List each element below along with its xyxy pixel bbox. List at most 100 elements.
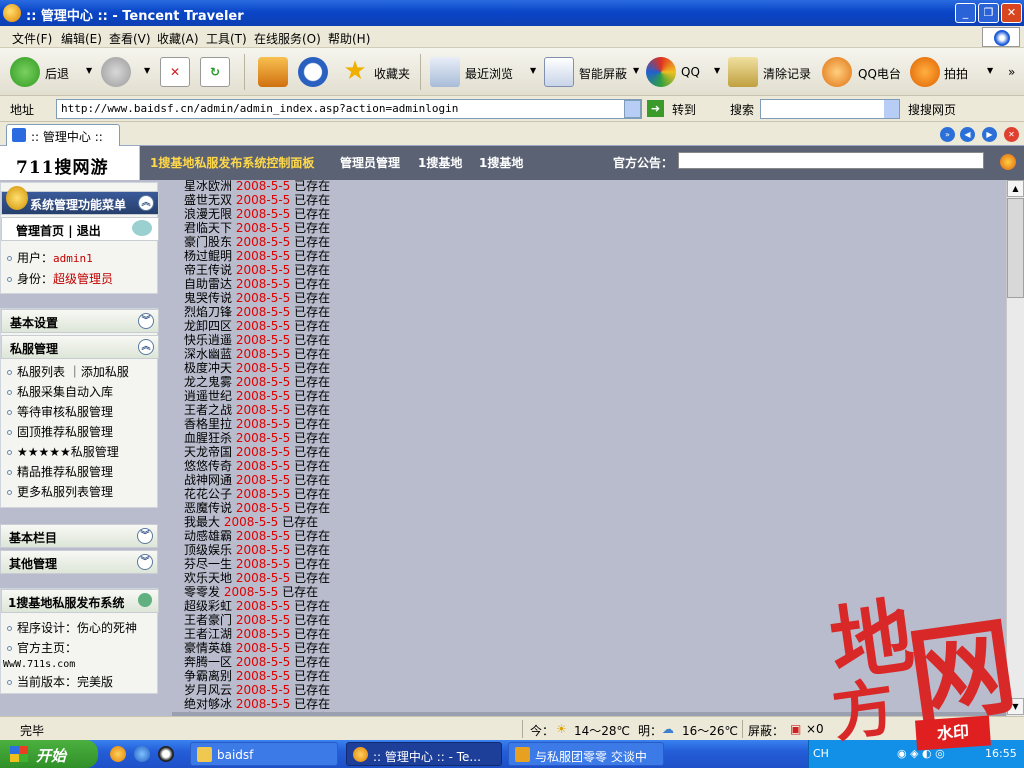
go-button[interactable]: 转到 — [672, 101, 696, 118]
search-engine-button[interactable]: 搜搜网页 — [908, 101, 956, 118]
tab-list-icon[interactable]: » — [940, 127, 955, 142]
nav-control-panel[interactable]: 1搜基地私服发布系统控制面板 — [150, 154, 314, 171]
language-indicator[interactable]: CH — [813, 747, 829, 760]
tab-next-icon[interactable]: ▶ — [982, 127, 997, 142]
clear-record-button[interactable]: 清除记录 — [763, 65, 811, 82]
server-status: 已存在 — [294, 291, 331, 305]
qq-icon[interactable] — [646, 57, 676, 87]
smart-block-dropdown-icon[interactable]: ▼ — [633, 66, 639, 75]
tab-admin-center[interactable]: :: 管理中心 :: — [6, 124, 120, 146]
history-clock-icon[interactable] — [298, 57, 328, 87]
menu-favorites[interactable]: 收藏(A) — [157, 30, 199, 47]
server-pinned-link[interactable]: 固顶推荐私服管理 — [7, 423, 113, 440]
toolbar-overflow-button[interactable]: » — [1008, 65, 1015, 79]
nav-admin-management[interactable]: 管理员管理 — [340, 154, 400, 171]
weather-tomorrow-temp[interactable]: 16～26℃ — [682, 722, 738, 739]
logout-link[interactable]: 退出 — [77, 224, 101, 238]
favorites-button[interactable]: 收藏夹 — [374, 65, 410, 82]
page-icon — [12, 128, 26, 142]
smart-block-icon[interactable] — [544, 57, 574, 87]
server-mgmt-header[interactable]: 私服管理 ︽ — [1, 335, 159, 359]
search-input[interactable] — [760, 99, 900, 119]
quicklaunch-qq-icon[interactable] — [158, 746, 174, 762]
maximize-button[interactable]: ❐ — [978, 3, 999, 23]
collapse-chevron-icon[interactable]: ︽ — [138, 195, 154, 211]
basic-columns-header[interactable]: 基本栏目 ︾ — [0, 524, 158, 548]
close-button[interactable]: ✕ — [1001, 3, 1022, 23]
clock[interactable]: 16:55 — [985, 747, 1017, 760]
task-browser[interactable]: :: 管理中心 :: - Te... — [346, 742, 502, 766]
server-collect-link[interactable]: 私服采集自动入库 — [7, 383, 113, 400]
address-dropdown-icon[interactable] — [624, 100, 641, 118]
start-button[interactable]: 开始 — [0, 740, 98, 768]
minimize-button[interactable]: _ — [955, 3, 976, 23]
home-icon[interactable] — [258, 57, 288, 87]
task-folder[interactable]: baidsf — [190, 742, 338, 766]
menu-view[interactable]: 查看(V) — [109, 30, 151, 47]
block-icon[interactable]: ▣ — [790, 722, 801, 736]
server-more-link[interactable]: 更多私服列表管理 — [7, 483, 113, 500]
menu-tools[interactable]: 工具(T) — [206, 30, 247, 47]
bullet-icon — [7, 626, 12, 631]
expand-chevron-icon[interactable]: ︾ — [138, 313, 154, 329]
server-collect-label: 私服采集自动入库 — [17, 385, 114, 399]
tab-prev-icon[interactable]: ◀ — [960, 127, 975, 142]
recent-dropdown-icon[interactable]: ▼ — [530, 66, 536, 75]
address-input[interactable]: http://www.baidsf.cn/admin/admin_index.a… — [56, 99, 642, 119]
expand-chevron-icon[interactable]: ︾ — [137, 528, 153, 544]
server-featured-link[interactable]: 精品推荐私服管理 — [7, 463, 113, 480]
clear-record-icon[interactable] — [728, 57, 758, 87]
search-dropdown-icon[interactable] — [884, 100, 899, 118]
forward-dropdown-icon[interactable]: ▼ — [144, 66, 150, 75]
task-chat[interactable]: 与私服团零零 交谈中 — [508, 742, 664, 766]
paipai-button[interactable]: 拍拍 — [944, 65, 968, 82]
server-status: 已存在 — [294, 529, 331, 543]
qq-button[interactable]: QQ — [681, 65, 700, 79]
recent-button[interactable]: 最近浏览 — [465, 65, 513, 82]
collapse-chevron-icon[interactable]: ︽ — [138, 339, 154, 355]
menu-online-service[interactable]: 在线服务(O) — [254, 30, 321, 47]
paipai-dropdown-icon[interactable]: ▼ — [987, 66, 993, 75]
refresh-icon[interactable]: ↻ — [200, 57, 230, 87]
server-status: 已存在 — [294, 221, 331, 235]
menu-file[interactable]: 文件(F) — [12, 30, 52, 47]
back-button[interactable]: 后退 — [45, 65, 69, 82]
quicklaunch-ie-icon[interactable] — [134, 746, 150, 762]
back-dropdown-icon[interactable]: ▼ — [86, 66, 92, 75]
homepage-url[interactable]: WwW.711s.com — [3, 659, 75, 670]
quicklaunch-browser-icon[interactable] — [110, 746, 126, 762]
paipai-icon[interactable] — [910, 57, 940, 87]
scroll-up-icon[interactable]: ▲ — [1007, 180, 1024, 197]
list-item: 杨过鲲明 2008-5-5 已存在 — [184, 249, 330, 263]
nav-base-1[interactable]: 1搜基地 — [418, 154, 462, 171]
qq-radio-button[interactable]: QQ电台 — [858, 65, 901, 82]
weather-today-temp[interactable]: 14～28℃ — [574, 722, 630, 739]
server-name: 悠悠传奇 — [184, 459, 233, 473]
admin-home-link[interactable]: 管理首页 — [16, 224, 64, 238]
favorites-star-icon[interactable]: ★ — [340, 57, 370, 87]
server-list-link[interactable]: 私服列表 ｜添加私服 — [7, 363, 129, 380]
list-item: 快乐逍遥 2008-5-5 已存在 — [184, 333, 330, 347]
nav-base-2[interactable]: 1搜基地 — [479, 154, 523, 171]
recent-icon[interactable] — [430, 57, 460, 87]
server-status: 已存在 — [294, 571, 331, 585]
task-chat-label: 与私服团零零 交谈中 — [535, 750, 647, 764]
back-icon[interactable] — [10, 57, 40, 87]
role-label: 身份： — [17, 272, 54, 286]
qq-dropdown-icon[interactable]: ▼ — [714, 66, 720, 75]
go-arrow-icon[interactable]: ➜ — [647, 100, 664, 117]
expand-chevron-icon[interactable]: ︾ — [137, 554, 153, 570]
menu-help[interactable]: 帮助(H) — [328, 30, 370, 47]
server-five-star-link[interactable]: ★★★★★私服管理 — [7, 443, 119, 460]
browser-logo — [982, 27, 1020, 47]
smart-block-button[interactable]: 智能屏蔽 — [579, 65, 627, 82]
other-mgmt-header[interactable]: 其他管理 ︾ — [0, 550, 158, 574]
tab-close-icon[interactable]: ✕ — [1004, 127, 1019, 142]
forward-icon[interactable] — [101, 57, 131, 87]
menu-edit[interactable]: 编辑(E) — [61, 30, 102, 47]
server-pending-link[interactable]: 等待审核私服管理 — [7, 403, 113, 420]
stop-icon[interactable]: ✕ — [160, 57, 190, 87]
scroll-thumb[interactable] — [1007, 198, 1024, 298]
qq-radio-icon[interactable] — [822, 57, 852, 87]
basic-settings-header[interactable]: 基本设置 ︾ — [1, 309, 159, 333]
